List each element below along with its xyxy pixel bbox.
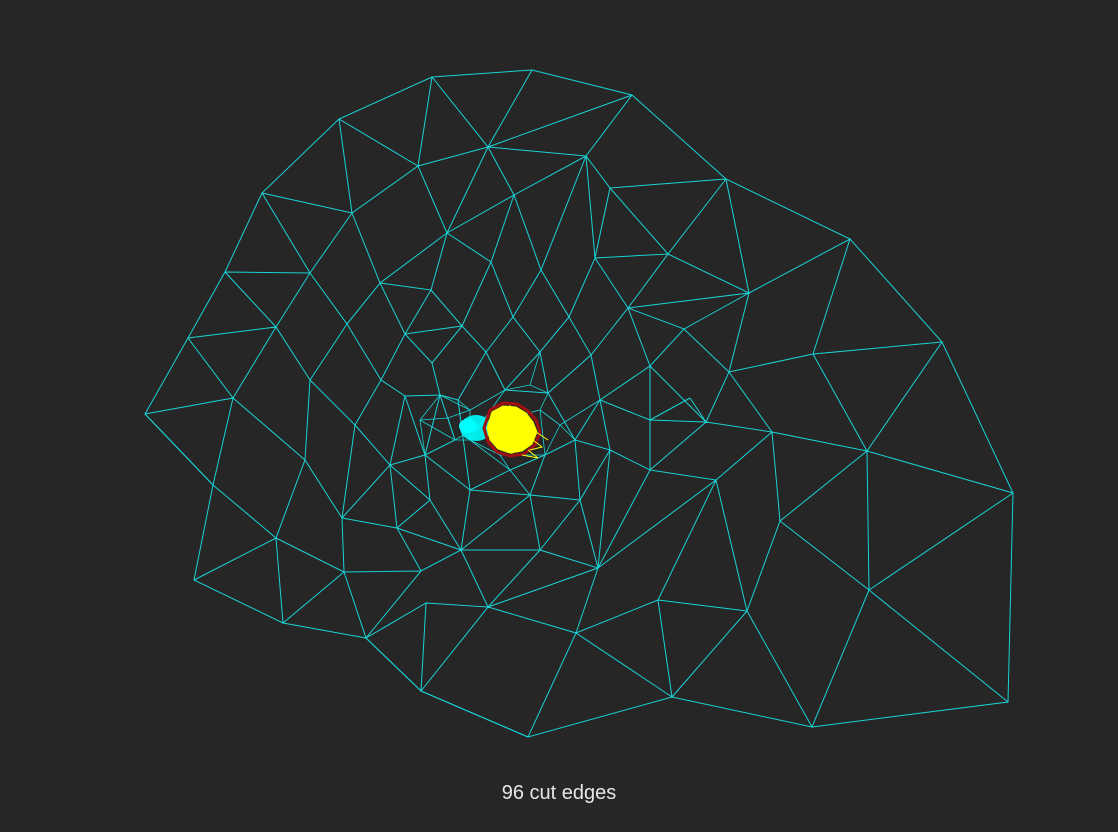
mesh-edges — [144, 69, 1014, 738]
plot-caption: 96 cut edges — [501, 782, 617, 804]
mesh-outer-boundary — [144, 69, 1014, 738]
mesh-triangles-ring-1 — [144, 69, 1014, 738]
mesh-plot — [144, 69, 1014, 738]
mesh-triangles-ring-2 — [380, 350, 707, 569]
